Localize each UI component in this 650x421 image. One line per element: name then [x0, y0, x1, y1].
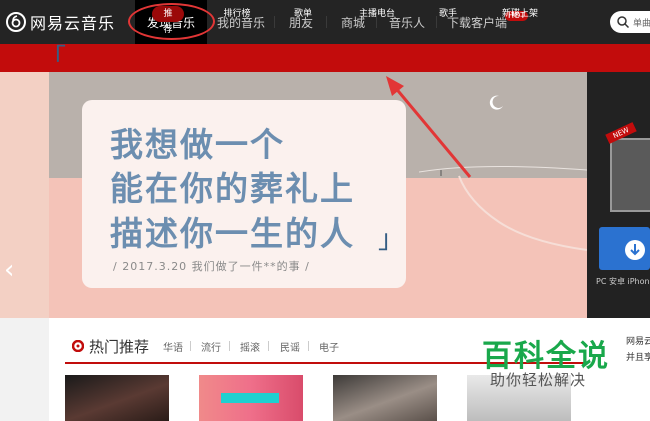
playlist-cover[interactable] — [333, 375, 437, 421]
annotation-arrow — [386, 76, 472, 178]
hot-section-icon — [72, 340, 84, 352]
logo[interactable]: 网易云音乐 — [6, 11, 115, 33]
tab-chinese[interactable]: 华语 — [163, 339, 183, 354]
tab-divider — [229, 341, 230, 351]
playlist-cover[interactable] — [199, 375, 303, 421]
nav-divider — [274, 16, 275, 28]
subnav-radio[interactable]: 主播电台 — [352, 0, 402, 28]
hot-recommend-title[interactable]: 热门推荐 — [89, 336, 149, 357]
pc-client-thumbnail — [610, 138, 650, 212]
cover-graphic — [221, 393, 279, 403]
tab-divider — [308, 341, 309, 351]
nav-divider — [326, 16, 327, 28]
login-text-line-1: 网易云音 — [626, 337, 650, 347]
logo-text: 网易云音乐 — [30, 14, 116, 33]
download-icon — [625, 240, 645, 260]
subnav-new-albums[interactable]: 新碟上架 — [497, 0, 543, 28]
subnav-recommend[interactable]: 推荐 — [152, 6, 184, 35]
banner-line-3: 描述你一生的人 — [110, 214, 355, 253]
tab-divider — [268, 341, 269, 351]
login-text-line-2: 并且享 — [626, 353, 650, 363]
tab-electronic[interactable]: 电子 — [319, 339, 339, 354]
watermark-subtitle: 助你轻松解决 — [490, 371, 587, 389]
tab-rock[interactable]: 摇滚 — [240, 339, 260, 354]
banner-caption: / 2017.3.20 我们做了一件**的事 / — [113, 260, 310, 273]
search-icon — [617, 16, 630, 29]
subnav-charts[interactable]: 排行榜 — [215, 0, 259, 28]
platform-label: PC 安卓 iPhone — [596, 277, 650, 286]
netease-music-logo-icon — [6, 12, 26, 32]
search-placeholder: 单曲 — [633, 18, 650, 29]
subnav-playlists[interactable]: 歌单 — [285, 0, 321, 28]
banner-line-2: 能在你的葬礼上 — [110, 169, 355, 208]
quote-close-mark: 」 — [378, 225, 405, 255]
moon-decoration-icon — [489, 95, 503, 110]
tab-divider — [190, 341, 191, 351]
banner-prev-arrow-icon[interactable]: ‹ — [4, 255, 14, 285]
tab-folk[interactable]: 民谣 — [280, 339, 300, 354]
playlist-cover[interactable] — [65, 375, 169, 421]
subnav-artists[interactable]: 歌手 — [430, 0, 466, 28]
tab-pop[interactable]: 流行 — [201, 339, 221, 354]
quote-open-mark: 「 — [40, 44, 67, 74]
search-input[interactable]: 单曲 — [610, 11, 650, 33]
sub-navigation — [0, 44, 650, 73]
banner-line-1: 我想做一个 — [110, 125, 285, 164]
